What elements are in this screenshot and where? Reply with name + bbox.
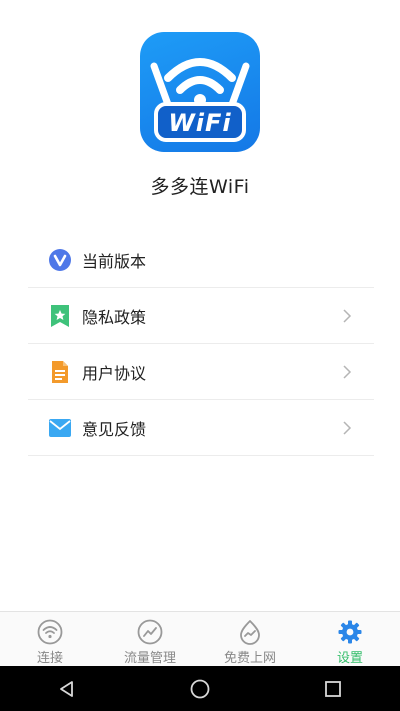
menu-item-privacy[interactable]: 隐私政策 — [28, 288, 374, 344]
tab-label: 连接 — [36, 651, 63, 666]
feedback-icon — [48, 416, 72, 440]
recents-icon — [325, 680, 342, 697]
back-button[interactable] — [47, 669, 87, 709]
menu-item-feedback[interactable]: 意见反馈 — [28, 400, 374, 456]
bottom-tab-bar: 连接 流量管理 免费上网 设置 — [0, 611, 400, 667]
app-name: 多多连WiFi — [150, 176, 250, 198]
settings-gear-icon — [338, 620, 362, 644]
tab-traffic-management[interactable]: 流量管理 — [100, 612, 200, 667]
home-icon — [190, 679, 210, 698]
menu-item-label: 隐私政策 — [82, 307, 147, 327]
traffic-icon — [137, 619, 163, 645]
tab-free-internet[interactable]: 免费上网 — [200, 612, 300, 667]
settings-menu: 当前版本 隐私政策 用户协议 意见反馈 — [28, 232, 374, 456]
privacy-icon — [48, 304, 72, 328]
tab-connect[interactable]: 连接 — [0, 612, 100, 667]
menu-item-label: 用户协议 — [82, 363, 147, 383]
agreement-icon — [48, 360, 72, 384]
chevron-right-icon — [343, 420, 352, 435]
wifi-icon — [37, 619, 63, 645]
logo-text: WiFi — [168, 109, 232, 137]
app-logo: WiFi — [140, 32, 260, 152]
recents-button[interactable] — [313, 669, 353, 709]
menu-item-label: 意见反馈 — [82, 419, 147, 439]
home-button[interactable] — [180, 669, 220, 709]
tab-label: 设置 — [336, 651, 363, 666]
back-icon — [59, 680, 73, 697]
tab-label: 免费上网 — [223, 651, 276, 666]
free-internet-icon — [240, 620, 260, 645]
menu-item-version[interactable]: 当前版本 — [28, 232, 374, 288]
menu-item-agreement[interactable]: 用户协议 — [28, 344, 374, 400]
system-navigation-bar — [0, 666, 400, 711]
menu-item-label: 当前版本 — [82, 251, 147, 271]
version-icon — [48, 248, 72, 272]
tab-settings[interactable]: 设置 — [300, 612, 400, 667]
tab-label: 流量管理 — [123, 651, 176, 666]
chevron-right-icon — [343, 308, 352, 323]
chevron-right-icon — [343, 364, 352, 379]
